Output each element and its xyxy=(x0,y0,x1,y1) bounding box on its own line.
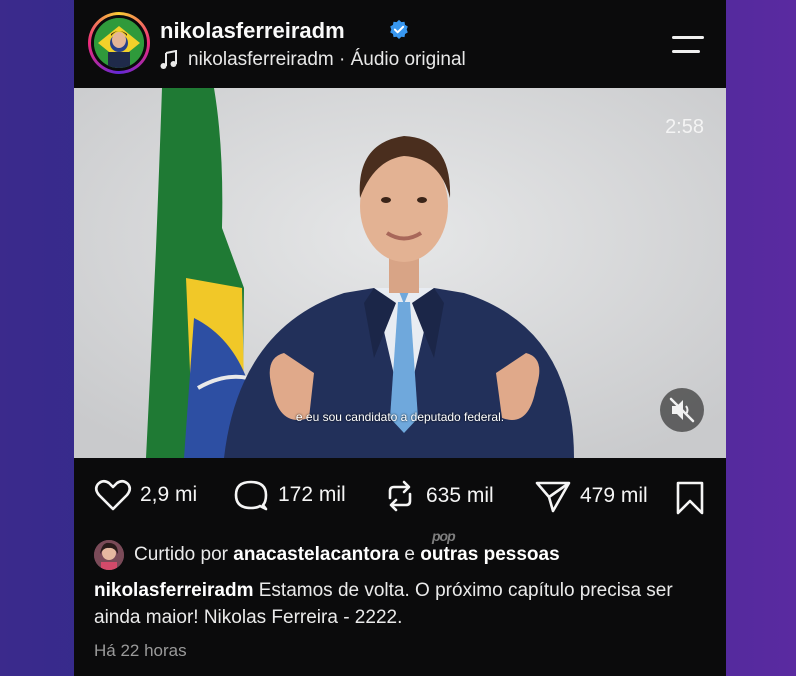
save-button[interactable] xyxy=(674,480,706,521)
audio-link[interactable]: nikolasferreiradm · Áudio original xyxy=(160,49,466,71)
liked-by-prefix: Curtido por xyxy=(134,544,228,565)
menu-icon[interactable] xyxy=(670,34,706,56)
comments-count: 172 mil xyxy=(278,483,346,506)
avatar[interactable] xyxy=(94,18,144,68)
repost-button[interactable]: 635 mil xyxy=(382,478,494,514)
heart-icon xyxy=(94,479,132,511)
send-icon xyxy=(535,481,571,513)
like-button[interactable]: 2,9 mi xyxy=(94,478,197,512)
shares-count: 479 mil xyxy=(580,484,648,507)
mute-button[interactable] xyxy=(660,388,704,432)
verified-badge-icon xyxy=(390,19,408,39)
audio-label: nikolasferreiradm · Áudio original xyxy=(188,49,466,70)
comment-button[interactable]: 172 mil xyxy=(232,478,346,512)
video-player[interactable]: 2:58 e eu sou candidato a deputado feder… xyxy=(74,88,726,458)
bookmark-icon xyxy=(676,481,704,515)
share-button[interactable]: 479 mil xyxy=(534,478,648,514)
muted-speaker-icon xyxy=(669,397,695,423)
repost-icon xyxy=(388,480,412,512)
video-duration: 2:58 xyxy=(665,116,704,138)
post-timestamp: Há 22 horas xyxy=(94,641,187,660)
video-subtitle: e eu sou candidato a deputado federal. xyxy=(295,410,505,424)
comment-icon xyxy=(234,480,268,511)
post-caption: nikolasferreiradm Estamos de volta. O pr… xyxy=(94,577,714,631)
likes-count: 2,9 mi xyxy=(140,483,198,506)
post-header: nikolasferreiradm nikolasferreiradm · Áu… xyxy=(74,0,726,88)
liked-by-connector: e xyxy=(404,544,415,565)
music-note-icon xyxy=(160,50,177,69)
reposts-count: 635 mil xyxy=(426,484,494,507)
caption-author[interactable]: nikolasferreiradm xyxy=(94,580,253,601)
liked-by-row[interactable]: Curtido por anacastelacantora e outras p… xyxy=(94,540,560,570)
post-username[interactable]: nikolasferreiradm xyxy=(160,18,345,44)
post-actions: 2,9 mi 172 mil 635 mil 479 mil xyxy=(74,470,726,522)
video-frame xyxy=(74,88,726,458)
post-card: nikolasferreiradm nikolasferreiradm · Áu… xyxy=(74,0,726,676)
liked-by-others[interactable]: outras pessoas xyxy=(420,544,559,566)
liker-avatar[interactable] xyxy=(94,540,124,570)
liked-by-user[interactable]: anacastelacantora xyxy=(233,544,399,566)
avatar-story-ring[interactable] xyxy=(88,12,150,74)
